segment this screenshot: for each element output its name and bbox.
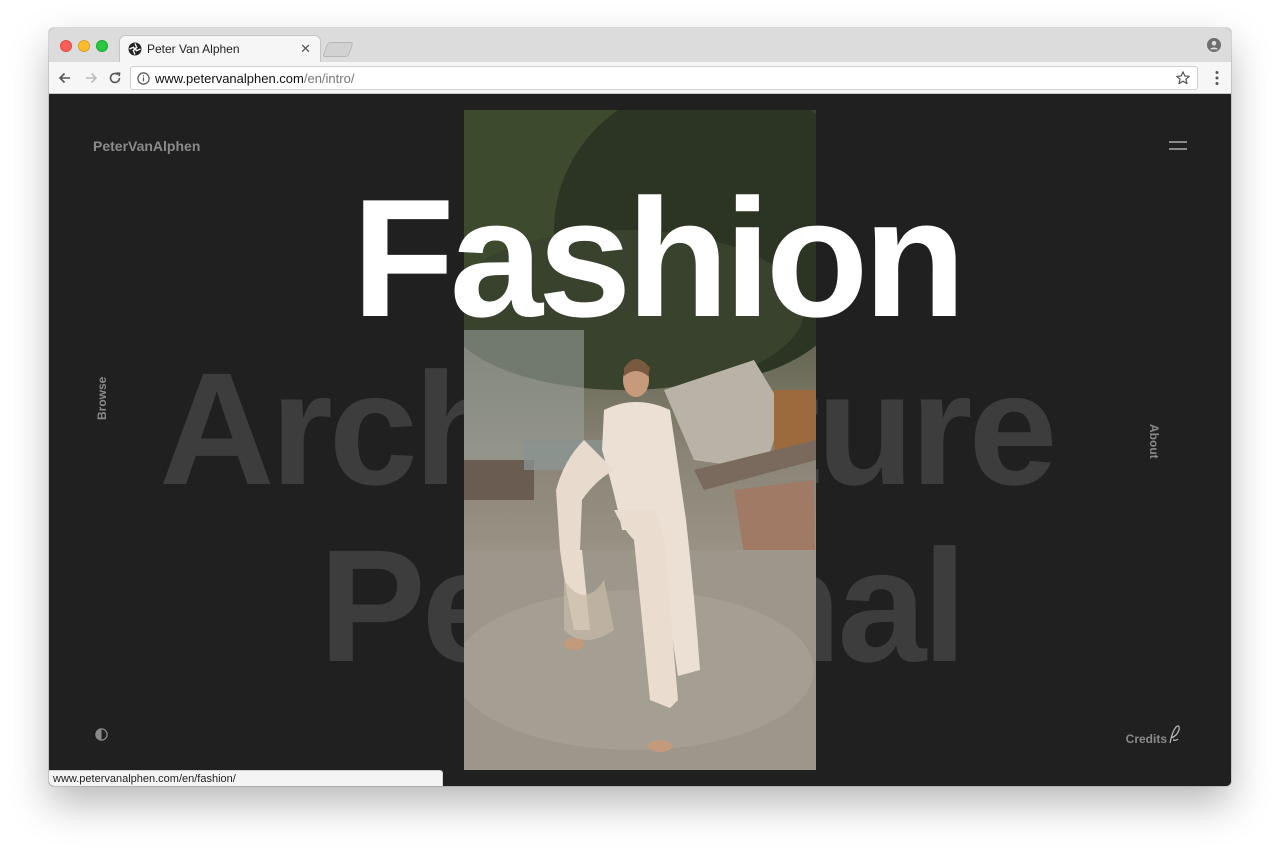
star-icon[interactable] xyxy=(1175,70,1191,86)
status-bar-url: www.petervanalphen.com/en/fashion/ xyxy=(49,770,443,786)
tab-strip: Peter Van Alphen ✕ xyxy=(49,28,1231,63)
url-text: www.petervanalphen.com/en/intro/ xyxy=(155,71,354,86)
close-icon[interactable]: ✕ xyxy=(300,41,311,57)
forward-icon[interactable] xyxy=(82,69,100,87)
contrast-icon[interactable] xyxy=(95,728,108,741)
browser-window: Peter Van Alphen ✕ www.petervanalphen.co… xyxy=(49,28,1231,786)
back-icon[interactable] xyxy=(56,69,74,87)
profile-icon[interactable] xyxy=(1207,38,1221,52)
site-logo[interactable]: PeterVanAlphen xyxy=(93,138,200,154)
browser-toolbar: www.petervanalphen.com/en/intro/ xyxy=(49,62,1231,94)
hamburger-menu-icon[interactable] xyxy=(1169,141,1187,152)
about-link[interactable]: About xyxy=(1147,424,1161,459)
url-host: www.petervanalphen.com xyxy=(155,71,304,86)
aperture-favicon-icon xyxy=(128,42,142,56)
address-bar[interactable]: www.petervanalphen.com/en/intro/ xyxy=(130,66,1198,90)
credits-link[interactable]: Credits xyxy=(1126,732,1167,746)
signature-icon[interactable] xyxy=(1167,724,1183,746)
web-page: Architecture Personal xyxy=(49,94,1231,786)
url-path: /en/intro/ xyxy=(303,71,355,86)
tab-title: Peter Van Alphen xyxy=(147,42,240,56)
kebab-menu-icon[interactable] xyxy=(1215,70,1219,86)
close-window-button[interactable] xyxy=(60,40,72,52)
minimize-window-button[interactable] xyxy=(78,40,90,52)
reload-icon[interactable] xyxy=(106,69,124,87)
browser-tab[interactable]: Peter Van Alphen ✕ xyxy=(119,35,321,63)
info-icon[interactable] xyxy=(137,72,150,85)
zoom-window-button[interactable] xyxy=(96,40,108,52)
browse-link[interactable]: Browse xyxy=(95,377,109,420)
new-tab-button[interactable] xyxy=(322,42,354,57)
category-fashion[interactable]: Fashion xyxy=(352,174,966,342)
